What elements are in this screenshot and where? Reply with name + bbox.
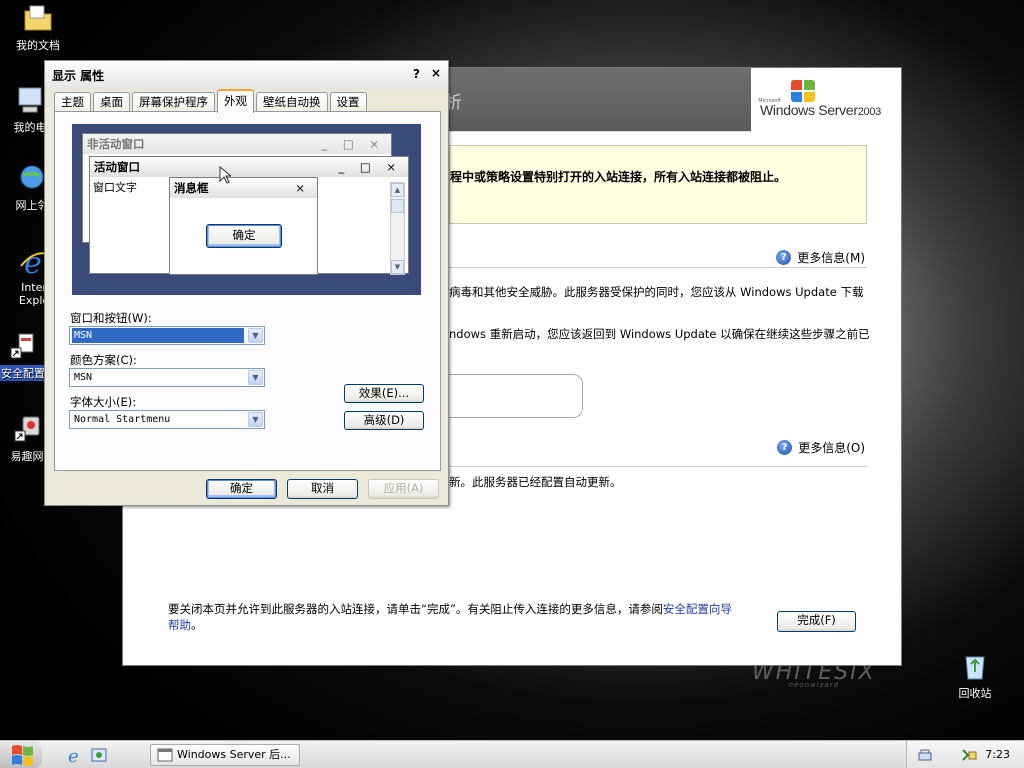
color-scheme-select[interactable]: MSN ▼ xyxy=(69,368,265,387)
help-icon: ? xyxy=(777,440,793,455)
ok-button[interactable]: 确定 xyxy=(206,479,277,499)
desktop-icon-label: 易趣网 xyxy=(10,450,44,463)
finish-button[interactable]: 完成(F) xyxy=(777,611,856,632)
more-info-label: 更多信息(M) xyxy=(797,251,865,265)
desktop-icon-label: 回收站 xyxy=(958,687,992,700)
windows-buttons-value: MSN xyxy=(72,328,244,343)
network-tray-icon[interactable] xyxy=(917,747,933,763)
active-title-text: 活动窗口 xyxy=(94,160,140,174)
footer-text: 要关闭本页并允许到此服务器的入站连接，请单击“完成”。有关阻止传入连接的更多信息… xyxy=(168,601,732,633)
tab-appearance[interactable]: 外观 xyxy=(217,89,254,113)
taskbar-window-button[interactable]: Windows Server 后... xyxy=(150,744,300,766)
scroll-down-arrow-icon: ▼ xyxy=(391,260,404,274)
cancel-button[interactable]: 取消 xyxy=(287,479,358,499)
preview-message-box: 消息框 × 确定 xyxy=(169,177,318,275)
security-tray-icon[interactable] xyxy=(961,747,977,763)
chevron-down-icon[interactable]: ▼ xyxy=(248,412,263,427)
scroll-up-arrow-icon: ▲ xyxy=(391,183,404,197)
window-controls-icon: _ □ × xyxy=(321,137,385,151)
clock: 7:23 xyxy=(985,748,1010,761)
windows-server-logo: Microsoft Windows Server2003 xyxy=(751,68,901,132)
quicklaunch-ie-icon[interactable]: e xyxy=(66,746,84,767)
footer-text-main: 要关闭本页并允许到此服务器的入站连接，请单击“完成”。有关阻止传入连接的更多信息… xyxy=(168,602,663,616)
taskbar: e Windows Server 后... 7:23 xyxy=(0,740,1024,768)
shortcut-app-icon xyxy=(11,413,43,445)
preview-ok-button: 确定 xyxy=(206,224,282,248)
help-icon: ? xyxy=(776,250,792,265)
apply-button[interactable]: 应用(A) xyxy=(368,479,439,499)
advanced-button[interactable]: 高级(D) xyxy=(344,411,424,430)
logo-brand: Windows Server xyxy=(760,102,858,118)
desktop-icon-label: 我的电 xyxy=(13,121,47,134)
window-app-icon xyxy=(157,748,173,762)
more-info-label: 更多信息(O) xyxy=(798,441,865,455)
warning-box: 程中或策略设置特别打开的入站连接，所有入站连接都被阻止。 xyxy=(449,145,867,224)
close-icon[interactable]: × xyxy=(431,66,441,80)
windows-logo-icon xyxy=(12,745,33,766)
footer-period: 。 xyxy=(191,618,203,632)
paragraph-2: ndows 重新启动，您应该返回到 Windows Update 以确保在继续这… xyxy=(449,327,870,341)
svg-text:e: e xyxy=(68,746,79,764)
appearance-panel: 非活动窗口 _ □ × 活动窗口 _ □ × 窗口文字 ▲ ▼ 消息框 × 确定 窗口… xyxy=(54,111,441,471)
help-link[interactable]: 帮助 xyxy=(168,618,191,632)
appearance-preview: 非活动窗口 _ □ × 活动窗口 _ □ × 窗口文字 ▲ ▼ 消息框 × 确定 xyxy=(72,124,421,295)
logo-year: 2003 xyxy=(857,106,882,118)
folder-icon xyxy=(22,2,54,34)
desktop-icon-recycle-bin[interactable]: 回收站 xyxy=(940,650,1010,701)
start-button[interactable] xyxy=(0,741,42,768)
divider xyxy=(449,267,867,268)
dialog-title-bar[interactable]: 显示 属性 ? × xyxy=(45,61,448,89)
taskbar-window-label: Windows Server 后... xyxy=(177,748,291,761)
security-wizard-link[interactable]: 安全配置向导 xyxy=(663,602,732,616)
font-size-select[interactable]: Normal Startmenu ▼ xyxy=(69,410,265,429)
tab-themes[interactable]: 主题 xyxy=(54,92,91,112)
divider xyxy=(449,466,867,467)
preview-scrollbar: ▲ ▼ xyxy=(390,182,405,275)
desktop-icon-label: 安全配置 xyxy=(0,365,47,381)
close-icon: × xyxy=(295,181,311,195)
msgbox-title-text: 消息框 xyxy=(174,181,209,195)
window-controls-icon: _ □ × xyxy=(338,160,402,174)
tab-screensaver[interactable]: 屏幕保护程序 xyxy=(132,92,215,112)
chevron-down-icon[interactable]: ▼ xyxy=(248,328,263,343)
preview-msgbox-title: 消息框 × xyxy=(170,178,317,198)
rounded-frame xyxy=(449,374,583,418)
dialog-title: 显示 属性 xyxy=(52,69,105,83)
logo-brand-text: Windows Server2003 xyxy=(760,102,881,118)
more-info-link-1[interactable]: ? 更多信息(M) xyxy=(776,249,865,266)
shortcut-wizard-icon xyxy=(7,330,39,362)
font-size-value: Normal Startmenu xyxy=(74,414,171,425)
windows-buttons-select[interactable]: MSN ▼ xyxy=(69,326,265,345)
computer-icon xyxy=(14,84,46,116)
system-tray: 7:23 xyxy=(906,741,1024,768)
tab-settings[interactable]: 设置 xyxy=(329,92,367,112)
tab-strip: 主题 桌面 屏幕保护程序 外观 壁纸自动换 设置 xyxy=(54,89,369,113)
preview-active-title: 活动窗口 _ □ × xyxy=(90,157,408,177)
more-info-link-2[interactable]: ? 更多信息(O) xyxy=(777,439,865,456)
preview-inactive-title: 非活动窗口 _ □ × xyxy=(83,134,391,154)
quicklaunch-show-desktop-icon[interactable] xyxy=(90,746,108,764)
chevron-down-icon[interactable]: ▼ xyxy=(248,370,263,385)
color-scheme-value: MSN xyxy=(74,372,93,383)
help-icon[interactable]: ? xyxy=(413,67,420,81)
warning-text: 程中或策略设置特别打开的入站连接，所有入站连接都被阻止。 xyxy=(450,170,787,184)
svg-text:e: e xyxy=(24,246,42,278)
desktop-icon-label: 我的文档 xyxy=(16,39,60,52)
desktop-icon-my-documents[interactable]: 我的文档 xyxy=(3,2,73,53)
font-size-label: 字体大小(E): xyxy=(70,395,137,409)
inactive-title-text: 非活动窗口 xyxy=(87,137,145,151)
paragraph-3: 新。此服务器已经配置自动更新。 xyxy=(449,475,622,489)
tab-wallpaper-changer[interactable]: 壁纸自动换 xyxy=(256,92,328,112)
recycle-bin-icon xyxy=(959,650,991,682)
windows-buttons-label: 窗口和按钮(W): xyxy=(70,311,152,325)
tab-desktop[interactable]: 桌面 xyxy=(93,92,130,112)
scroll-thumb xyxy=(391,199,404,213)
effects-button[interactable]: 效果(E)... xyxy=(344,384,424,403)
color-scheme-label: 颜色方案(C): xyxy=(70,353,137,367)
display-properties-dialog: 显示 属性 ? × 主题 桌面 屏幕保护程序 外观 壁纸自动换 设置 非活动窗口… xyxy=(44,60,449,506)
paragraph-1: 病毒和其他安全威胁。此服务器受保护的同时，您应该从 Windows Update… xyxy=(449,285,864,299)
mouse-cursor-icon xyxy=(219,166,231,184)
